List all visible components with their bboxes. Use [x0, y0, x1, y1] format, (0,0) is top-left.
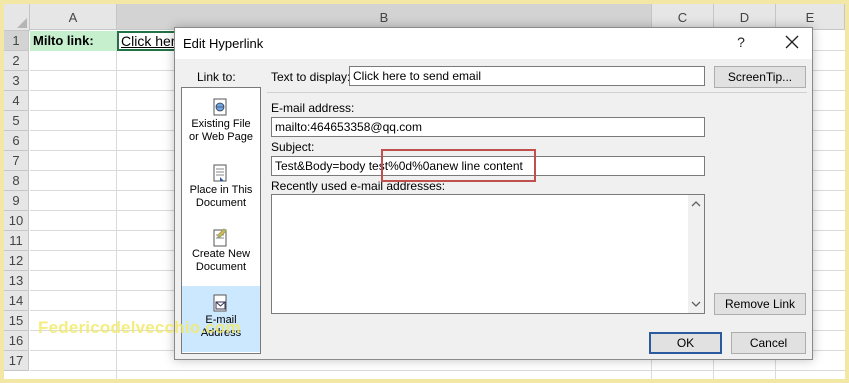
subject-label: Subject: — [271, 140, 315, 154]
row-header-3[interactable]: 3 — [4, 71, 29, 91]
text-to-display-input[interactable]: Click here to send email — [349, 66, 705, 86]
row-gridline — [30, 370, 845, 371]
link-option-create-line2: Document — [195, 261, 247, 273]
close-icon[interactable] — [782, 32, 802, 52]
link-option-existing-file-line1: Existing File — [191, 118, 251, 130]
row-header-1[interactable]: 1 — [4, 31, 29, 51]
edit-hyperlink-dialog: Edit Hyperlink ? Link to: Existing File o… — [174, 27, 813, 360]
cell-a1[interactable]: Milto link: — [30, 31, 116, 51]
link-option-place-line1: Place in This — [189, 184, 253, 196]
ok-button[interactable]: OK — [649, 332, 722, 354]
email-address-label: E-mail address: — [271, 101, 355, 115]
remove-link-button[interactable]: Remove Link — [714, 293, 806, 315]
link-option-create-new[interactable]: Create New Document — [182, 222, 260, 286]
row-header-8[interactable]: 8 — [4, 171, 29, 191]
subject-highlight-box — [381, 149, 536, 182]
row-header-10[interactable]: 10 — [4, 211, 29, 231]
row-header-13[interactable]: 13 — [4, 271, 29, 291]
link-option-place-line2: Document — [195, 197, 247, 209]
help-button[interactable]: ? — [732, 34, 750, 50]
row-header-5[interactable]: 5 — [4, 111, 29, 131]
row-header-17[interactable]: 17 — [4, 351, 29, 371]
row-header-4[interactable]: 4 — [4, 91, 29, 111]
screentip-button[interactable]: ScreenTip... — [714, 66, 806, 88]
row-header-15[interactable]: 15 — [4, 311, 29, 331]
link-option-place-in-document[interactable]: Place in This Document — [182, 158, 260, 222]
row-header-14[interactable]: 14 — [4, 291, 29, 311]
recent-addresses-list[interactable] — [271, 194, 705, 314]
dialog-titlebar: Edit Hyperlink ? — [175, 28, 812, 59]
row-header-2[interactable]: 2 — [4, 51, 29, 71]
link-to-label: Link to: — [197, 70, 236, 84]
new-document-icon — [213, 228, 227, 247]
row-header-6[interactable]: 6 — [4, 131, 29, 151]
link-option-create-line1: Create New — [191, 248, 251, 260]
row-header-9[interactable]: 9 — [4, 191, 29, 211]
row-header-12[interactable]: 12 — [4, 251, 29, 271]
link-option-existing-file[interactable]: Existing File or Web Page — [182, 94, 260, 158]
separator — [267, 92, 807, 93]
web-page-icon — [213, 98, 227, 116]
email-icon — [213, 294, 227, 312]
email-address-input[interactable]: mailto:464653358@qq.com — [271, 117, 705, 137]
select-all-corner[interactable] — [4, 4, 30, 31]
row-header-7[interactable]: 7 — [4, 151, 29, 171]
link-to-panel: Existing File or Web Page Place in This Do… — [181, 87, 261, 354]
text-to-display-label: Text to display: — [271, 70, 351, 84]
row-header-16[interactable]: 16 — [4, 331, 29, 351]
column-header-a[interactable]: A — [30, 4, 117, 30]
link-option-existing-file-line2: or Web Page — [188, 131, 253, 143]
row-header-11[interactable]: 11 — [4, 231, 29, 251]
cancel-button[interactable]: Cancel — [731, 332, 806, 354]
watermark-text: Federicodelvecchio.com — [38, 318, 241, 337]
list-scrollbar[interactable] — [688, 195, 704, 313]
document-place-icon — [213, 164, 227, 182]
dialog-title: Edit Hyperlink — [183, 36, 264, 51]
